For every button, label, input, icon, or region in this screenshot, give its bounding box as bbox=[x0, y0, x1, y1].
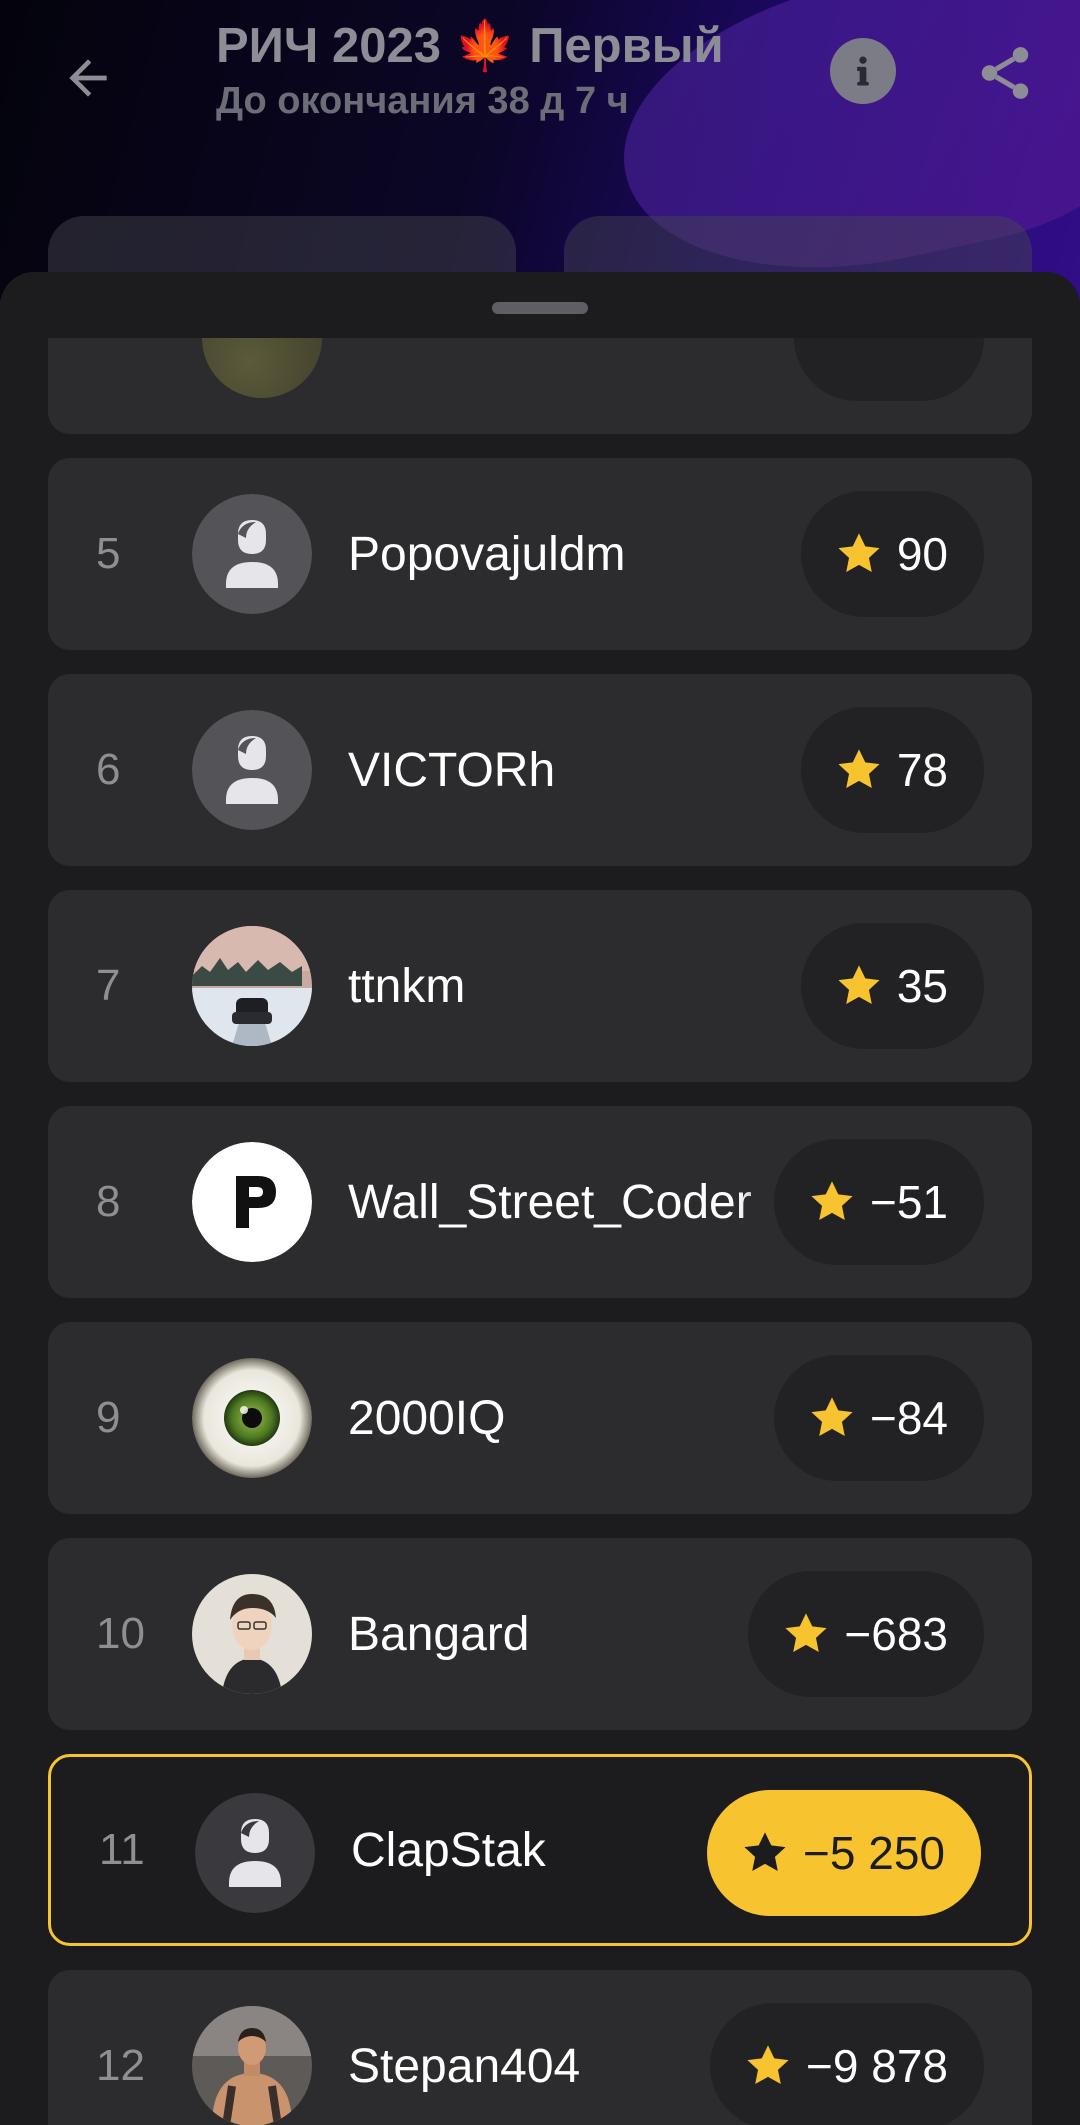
star-icon bbox=[785, 1613, 827, 1652]
star-icon bbox=[838, 533, 880, 572]
player-name: Wall_Street_Coder bbox=[348, 1175, 752, 1229]
share-icon bbox=[981, 47, 1029, 99]
letter-p-avatar bbox=[192, 1142, 312, 1262]
leaderboard-list[interactable]: 5 Popovajuldm 90 6 VICTORh 78 7 ttnkm 35… bbox=[0, 338, 1080, 2125]
player-name: Bangard bbox=[348, 1607, 530, 1661]
score-value: −9 878 bbox=[806, 2040, 948, 2092]
score-value: −5 250 bbox=[803, 1827, 945, 1879]
score-badge: −51 bbox=[773, 1139, 984, 1265]
leaderboard-sheet[interactable]: 5 Popovajuldm 90 6 VICTORh 78 7 ttnkm 35… bbox=[0, 272, 1080, 2125]
bodybuilder-photo-avatar bbox=[192, 2006, 312, 2125]
default-avatar-icon bbox=[195, 1793, 315, 1913]
score-badge: −9 878 bbox=[710, 2003, 984, 2125]
table-row[interactable]: 12 Stepan404 −9 878 bbox=[48, 1970, 1032, 2125]
table-row[interactable]: 8 Wall_Street_Coder −51 bbox=[48, 1106, 1032, 1298]
score-value: −683 bbox=[844, 1608, 948, 1660]
rank-number: 12 bbox=[96, 2041, 145, 2090]
default-avatar-icon bbox=[192, 494, 312, 614]
rank-number: 5 bbox=[96, 529, 121, 578]
player-name: VICTORh bbox=[348, 743, 556, 797]
table-row[interactable]: 9 2000IQ −84 bbox=[48, 1322, 1032, 1514]
rank-number: 8 bbox=[96, 1177, 121, 1226]
star-icon bbox=[744, 1832, 786, 1871]
avatar bbox=[202, 338, 322, 398]
table-row[interactable]: 7 ttnkm 35 bbox=[48, 890, 1032, 1082]
eye-photo-avatar bbox=[192, 1358, 312, 1478]
star-icon bbox=[811, 1181, 853, 1220]
info-button[interactable] bbox=[830, 38, 896, 104]
rank-number: 11 bbox=[99, 1825, 145, 1874]
table-row-partial[interactable] bbox=[48, 338, 1032, 434]
share-button[interactable] bbox=[972, 40, 1038, 106]
default-avatar-icon bbox=[192, 710, 312, 830]
score-badge: −683 bbox=[748, 1571, 984, 1697]
score-value: −84 bbox=[869, 1392, 948, 1444]
score-badge: −84 bbox=[773, 1355, 984, 1481]
rank-number: 10 bbox=[96, 1609, 145, 1658]
star-icon bbox=[747, 2045, 789, 2084]
score-badge bbox=[794, 338, 984, 401]
score-value: 78 bbox=[896, 744, 948, 796]
score-badge-highlighted: −5 250 bbox=[707, 1790, 981, 1916]
score-badge: 90 bbox=[800, 491, 984, 617]
car-photo-avatar bbox=[192, 926, 312, 1046]
player-name: Popovajuldm bbox=[348, 527, 626, 581]
star-icon bbox=[811, 1397, 853, 1436]
star-icon bbox=[838, 749, 880, 788]
score-badge: 35 bbox=[800, 923, 984, 1049]
rank-number: 6 bbox=[96, 745, 121, 794]
back-button[interactable] bbox=[52, 42, 124, 114]
header-titles: РИЧ 2023 🍁 Первый До окончания 38 д 7 ч bbox=[216, 16, 776, 126]
info-icon bbox=[857, 56, 869, 86]
player-name: 2000IQ bbox=[348, 1391, 506, 1445]
score-value: 35 bbox=[896, 960, 948, 1012]
page-title: РИЧ 2023 🍁 Первый bbox=[216, 19, 724, 73]
rank-number: 7 bbox=[96, 961, 121, 1010]
table-row[interactable]: 10 Bangard −683 bbox=[48, 1538, 1032, 1730]
anime-man-avatar bbox=[192, 1574, 312, 1694]
sheet-drag-handle[interactable] bbox=[492, 302, 588, 314]
star-icon bbox=[838, 965, 880, 1004]
countdown-subtitle: До окончания 38 д 7 ч bbox=[216, 80, 629, 122]
score-value: −51 bbox=[869, 1176, 948, 1228]
arrow-back-icon bbox=[69, 59, 107, 97]
rank-number: 9 bbox=[96, 1393, 121, 1442]
table-row[interactable]: 6 VICTORh 78 bbox=[48, 674, 1032, 866]
table-row[interactable]: 5 Popovajuldm 90 bbox=[48, 458, 1032, 650]
score-value: 90 bbox=[896, 528, 948, 580]
table-row-current-user[interactable]: 11 ClapStak −5 250 bbox=[48, 1754, 1032, 1946]
score-badge: 78 bbox=[800, 707, 984, 833]
player-name: ttnkm bbox=[348, 959, 466, 1013]
